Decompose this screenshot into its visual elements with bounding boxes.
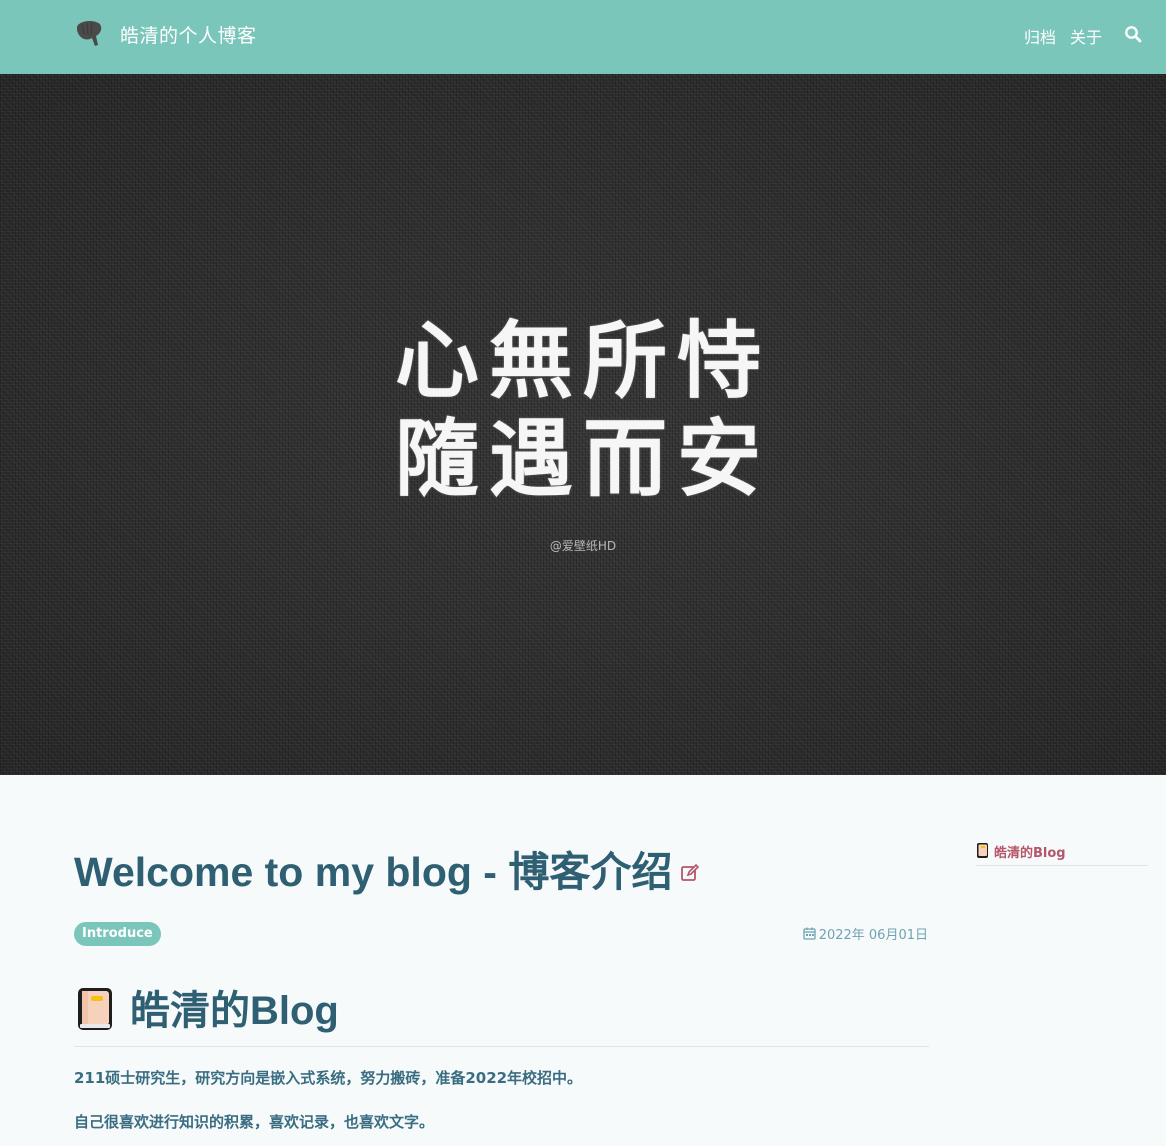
hero-calligraphy-line-2: 隨遇而安 xyxy=(394,409,771,508)
toc-link[interactable]: 皓清的Blog xyxy=(994,842,1066,861)
sidebar-toc: 皓清的Blog xyxy=(976,842,1148,866)
post-title-text: Welcome to my blog - 博客介绍 xyxy=(74,849,673,895)
calendar-icon xyxy=(803,927,816,940)
tag-badge-introduce[interactable]: Introduce xyxy=(74,922,161,946)
nav-link-about[interactable]: 关于 xyxy=(1070,24,1102,48)
section-heading-text: 皓清的Blog xyxy=(130,989,339,1033)
section-heading: 皓清的Blog xyxy=(74,985,929,1047)
post-paragraph: 211硕士研究生，研究方向是嵌入式系统，努力搬砖，准备2022年校招中。 xyxy=(74,1069,583,1087)
post-paragraph: 自己很喜欢进行知识的积累，喜欢记录，也喜欢文字。 xyxy=(74,1113,435,1131)
ginkgo-leaf-icon xyxy=(77,21,102,46)
edit-icon[interactable] xyxy=(680,863,700,883)
post-date: 2022年 06月01日 xyxy=(803,924,928,943)
book-icon xyxy=(977,843,988,858)
post-date-text: 2022年 06月01日 xyxy=(818,928,928,943)
brand-link[interactable]: 皓清的个人博客 xyxy=(74,19,257,49)
post-title: Welcome to my blog - 博客介绍 xyxy=(74,838,700,898)
hero-banner: 心無所恃 隨遇而安 @爱壁纸HD xyxy=(0,74,1166,775)
site-title: 皓清的个人博客 xyxy=(120,24,257,47)
nav-link-archive[interactable]: 归档 xyxy=(1024,24,1056,48)
top-navbar: 皓清的个人博客 归档 关于 xyxy=(0,0,1166,74)
book-icon xyxy=(78,988,112,1030)
nav-links: 归档 关于 xyxy=(1010,24,1102,48)
search-icon[interactable] xyxy=(1124,25,1142,43)
hero-image-credit: @爱壁纸HD xyxy=(549,539,617,553)
